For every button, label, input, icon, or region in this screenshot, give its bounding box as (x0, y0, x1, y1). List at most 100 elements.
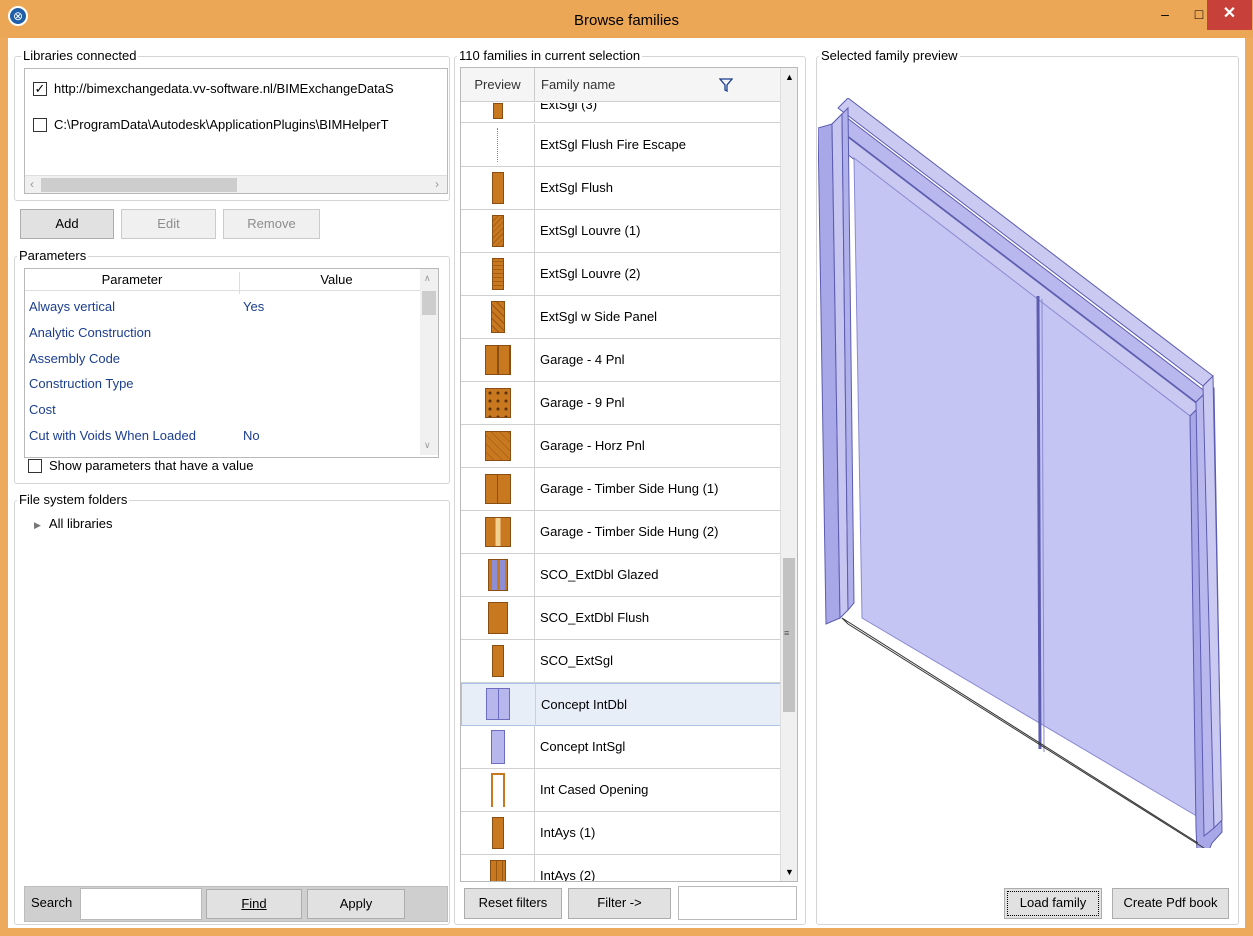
find-button[interactable]: Find (206, 889, 302, 919)
column-header-parameter[interactable]: Parameter (25, 272, 240, 294)
apply-button[interactable]: Apply (307, 889, 405, 919)
family-row[interactable]: ExtSgl (3) (461, 103, 781, 123)
parameters-vscrollbar[interactable]: ∧ ∨ (420, 269, 438, 455)
door-thumbnail-icon (490, 860, 506, 881)
family-row[interactable]: Garage - 4 Pnl (461, 339, 781, 382)
family-row[interactable]: ExtSgl Flush (461, 167, 781, 210)
family-name: Garage - Timber Side Hung (1) (540, 481, 719, 496)
family-name: IntAys (2) (540, 868, 596, 882)
family-preview-cell (461, 382, 535, 424)
add-button[interactable]: Add (20, 209, 114, 239)
garage-door-thumbnail-icon (485, 431, 511, 461)
show-parameters-checkbox[interactable] (28, 458, 42, 473)
family-preview-cell (461, 468, 535, 510)
family-name: SCO_ExtSgl (540, 653, 613, 668)
filter-funnel-icon[interactable] (719, 78, 733, 92)
family-row[interactable]: ExtSgl Louvre (2) (461, 253, 781, 296)
library-checkbox[interactable] (33, 117, 47, 132)
family-name: SCO_ExtDbl Glazed (540, 567, 659, 582)
fire-escape-thumbnail-icon (497, 128, 503, 162)
libraries-hscrollbar[interactable]: ‹ › (25, 175, 447, 193)
scroll-left-icon[interactable]: ‹ (30, 177, 34, 191)
door-thumbnail-icon (488, 602, 508, 634)
column-header-family-name[interactable]: Family name (541, 68, 615, 102)
family-row[interactable]: Garage - Horz Pnl (461, 425, 781, 468)
family-row[interactable]: IntAys (1) (461, 812, 781, 855)
minimize-button[interactable]: – (1148, 0, 1182, 30)
parameter-row[interactable]: Cut with Voids When Loaded No (29, 428, 429, 453)
libraries-list[interactable]: ✓ http://bimexchangedata.vv-software.nl/B… (24, 68, 448, 194)
parameter-row[interactable]: Analytic Construction (29, 325, 429, 350)
client-area: Libraries connected ✓ http://bimexchanged… (8, 38, 1245, 928)
close-button[interactable]: ✕ (1207, 0, 1252, 30)
scroll-thumb[interactable] (41, 178, 237, 192)
parameters-label: Parameters (17, 248, 89, 263)
family-row[interactable]: Garage - 9 Pnl (461, 382, 781, 425)
family-preview-render[interactable] (818, 98, 1228, 848)
filter-input[interactable] (678, 886, 797, 920)
family-preview-cell (461, 769, 535, 811)
door-thumbnail-icon (493, 103, 503, 119)
library-path: http://bimexchangedata.vv-software.nl/BI… (54, 81, 394, 96)
family-row-selected[interactable]: Concept IntDbl (461, 683, 781, 726)
family-row[interactable]: SCO_ExtDbl Flush (461, 597, 781, 640)
scroll-up-icon[interactable]: ∧ (424, 273, 431, 284)
scroll-down-icon[interactable]: ∨ (424, 440, 431, 451)
search-input[interactable] (80, 888, 202, 920)
family-row[interactable]: ExtSgl w Side Panel (461, 296, 781, 339)
parameter-row[interactable]: Construction Type (29, 376, 429, 401)
family-row[interactable]: Int Cased Opening (461, 769, 781, 812)
family-preview-cell (461, 167, 535, 209)
library-item[interactable]: C:\ProgramData\Autodesk\ApplicationPlugi… (33, 117, 447, 137)
families-vscrollbar[interactable]: ▲ ≡ ▼ (780, 68, 797, 881)
window-title: Browse families (573, 12, 680, 29)
filter-button[interactable]: Filter -> (568, 888, 671, 919)
family-name: Garage - 9 Pnl (540, 395, 625, 410)
door-divider (497, 474, 498, 504)
folders-label: File system folders (17, 492, 130, 507)
create-pdf-book-button[interactable]: Create Pdf book (1112, 888, 1229, 919)
column-header-preview[interactable]: Preview (461, 68, 535, 102)
load-family-button[interactable]: Load family (1004, 888, 1102, 919)
family-preview-cell (461, 855, 535, 881)
family-row[interactable]: Concept IntSgl (461, 726, 781, 769)
library-checkbox-checked[interactable]: ✓ (33, 81, 47, 96)
folder-name: All libraries (48, 516, 113, 531)
libraries-label: Libraries connected (21, 48, 139, 63)
remove-button[interactable]: Remove (223, 209, 320, 239)
families-grid-header: Preview Family name (461, 68, 781, 102)
family-preview-cell (461, 296, 535, 338)
scroll-right-icon[interactable]: › (435, 177, 439, 191)
family-preview-cell (461, 339, 535, 381)
show-parameters-option[interactable]: Show parameters that have a value (28, 458, 254, 474)
load-family-label: Load family (1019, 895, 1087, 910)
expand-arrow-icon[interactable]: ▶ (34, 520, 41, 530)
garage-door-thumbnail-icon (485, 388, 511, 418)
family-row[interactable]: ExtSgl Louvre (1) (461, 210, 781, 253)
parameter-row[interactable]: Cost (29, 402, 429, 427)
column-header-value[interactable]: Value (240, 272, 433, 287)
families-count-label: 110 families in current selection (457, 48, 643, 63)
scroll-up-icon[interactable]: ▲ (785, 72, 794, 82)
cased-opening-thumbnail-icon (491, 773, 505, 807)
families-grid[interactable]: Preview Family name ExtSgl (3) ExtSgl Fl… (460, 67, 798, 882)
family-row[interactable]: SCO_ExtDbl Glazed (461, 554, 781, 597)
family-row[interactable]: Garage - Timber Side Hung (2) (461, 511, 781, 554)
family-preview-cell (461, 103, 535, 122)
parameter-row[interactable]: Always vertical Yes (29, 299, 429, 324)
search-label: Search (31, 895, 73, 910)
family-row[interactable]: Garage - Timber Side Hung (1) (461, 468, 781, 511)
glazed-door-thumbnail-icon (488, 559, 508, 591)
family-row[interactable]: SCO_ExtSgl (461, 640, 781, 683)
parameter-row[interactable]: Assembly Code (29, 351, 429, 376)
reset-filters-button[interactable]: Reset filters (464, 888, 562, 919)
family-row[interactable]: ExtSgl Flush Fire Escape (461, 124, 781, 167)
edit-button[interactable]: Edit (121, 209, 216, 239)
scroll-thumb[interactable] (422, 291, 436, 315)
family-row[interactable]: IntAys (2) (461, 855, 781, 882)
parameters-grid[interactable]: Parameter Value Always vertical Yes Analy… (24, 268, 439, 458)
scroll-down-icon[interactable]: ▼ (785, 867, 794, 877)
louvre-door-thumbnail-icon (492, 258, 504, 290)
library-item[interactable]: ✓ http://bimexchangedata.vv-software.nl/B… (33, 81, 447, 101)
folder-tree-root[interactable]: ▶ All libraries (34, 516, 113, 531)
